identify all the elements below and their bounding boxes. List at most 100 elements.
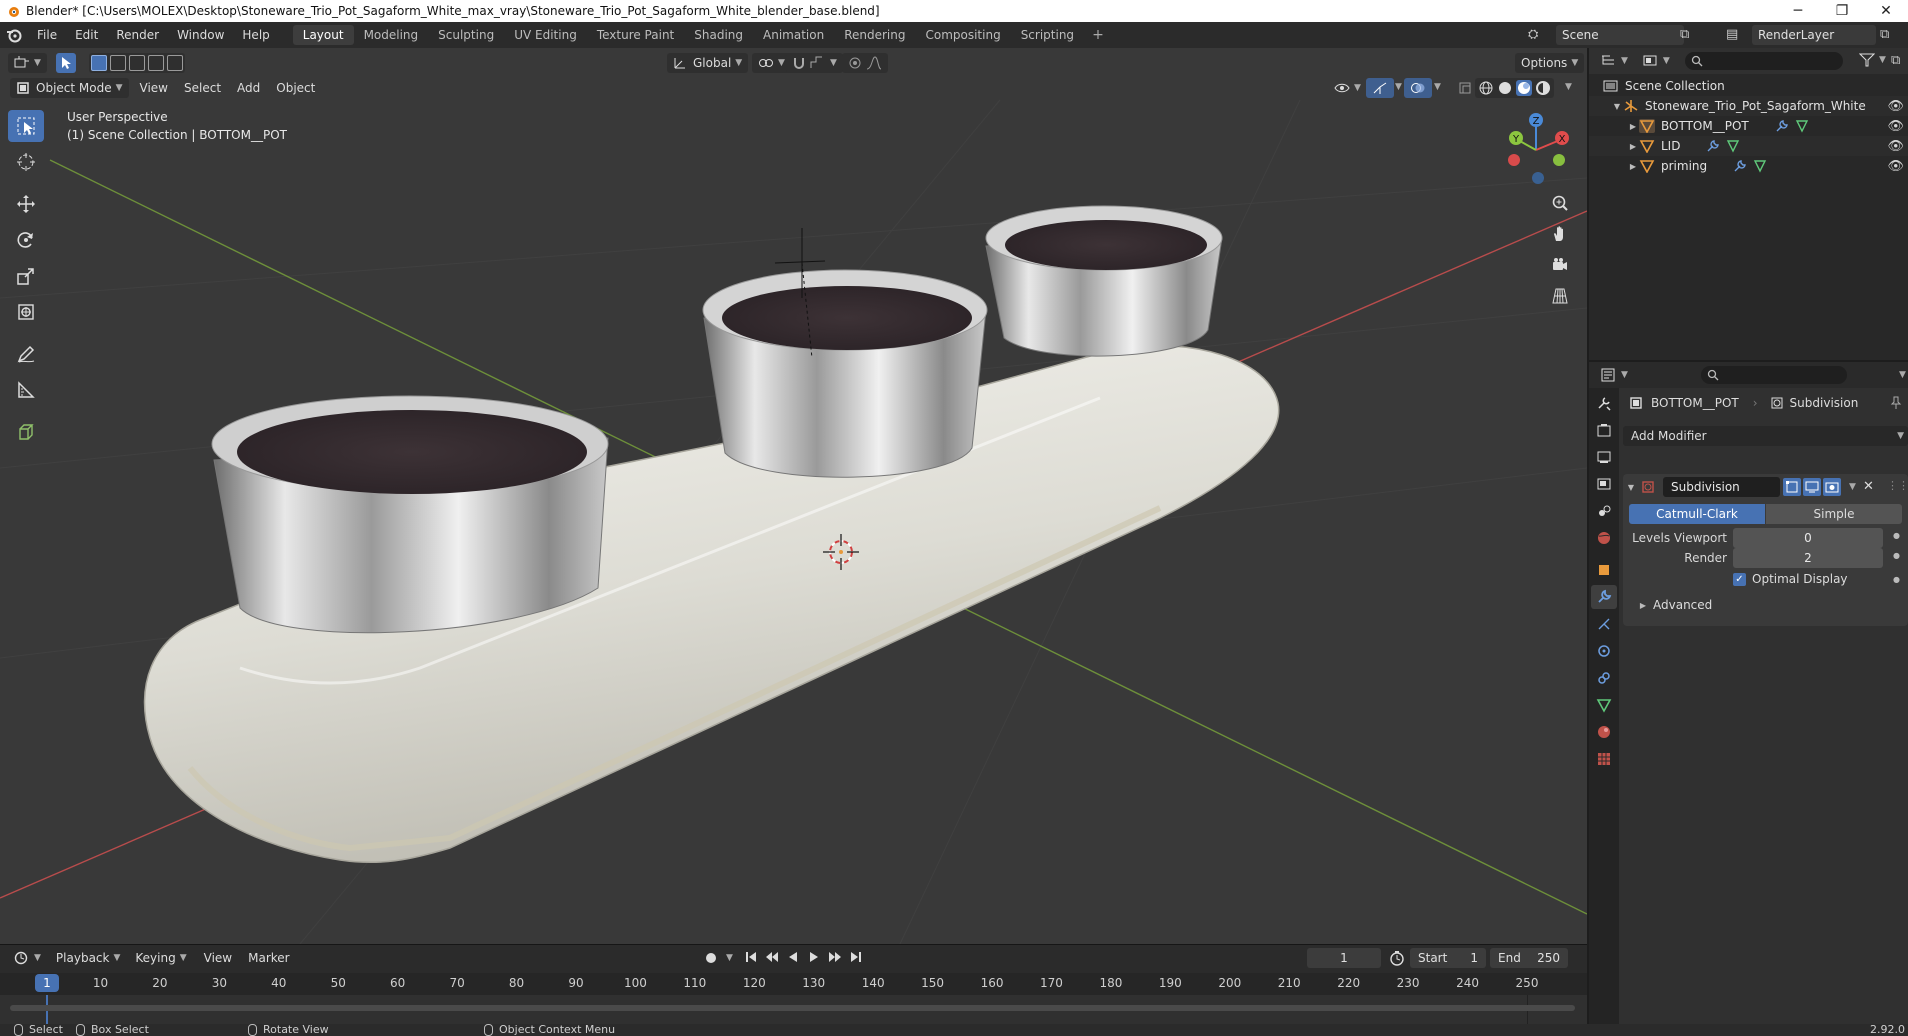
filter-dropdown[interactable]: ▼ bbox=[1859, 53, 1886, 67]
wireframe-shading-icon[interactable] bbox=[1478, 80, 1494, 96]
3d-viewport[interactable]: ▼ Global ▼ ▼ ▼ Options ▼ Object Mode ▼ V… bbox=[0, 48, 1587, 944]
scene-field[interactable]: Scene bbox=[1556, 25, 1684, 45]
eye-icon[interactable]: 👁 bbox=[1887, 119, 1904, 134]
tab-rendering[interactable]: Rendering bbox=[834, 25, 915, 45]
remove-modifier-button[interactable]: ✕ bbox=[1863, 479, 1874, 494]
view-layer-field[interactable]: RenderLayer bbox=[1752, 25, 1876, 45]
timeline-editor-type-button[interactable]: ▼ bbox=[8, 948, 47, 968]
options-dropdown[interactable]: Options ▼ bbox=[1515, 53, 1585, 73]
keying-menu[interactable]: Keying ▼ bbox=[129, 948, 192, 968]
tab-object[interactable] bbox=[1591, 558, 1617, 582]
tab-material[interactable] bbox=[1591, 720, 1617, 744]
perspective-toggle-button[interactable] bbox=[1547, 283, 1573, 309]
proportional-edit-toggle[interactable] bbox=[842, 53, 888, 73]
gizmo-toggle[interactable] bbox=[1366, 78, 1394, 98]
pan-button[interactable] bbox=[1547, 221, 1573, 247]
preview-range-toggle[interactable] bbox=[1389, 950, 1405, 969]
menu-render[interactable]: Render bbox=[107, 22, 168, 48]
timeline-view-menu[interactable]: View bbox=[196, 948, 240, 968]
tab-texture-paint[interactable]: Texture Paint bbox=[587, 25, 684, 45]
viewport-toggle-icon[interactable] bbox=[1803, 478, 1821, 496]
outliner-row-scene-collection[interactable]: Scene Collection bbox=[1589, 76, 1908, 96]
view-layer-icon[interactable]: ▤ bbox=[1726, 27, 1738, 42]
eye-icon[interactable]: 👁 bbox=[1887, 159, 1904, 174]
play-reverse-icon[interactable] bbox=[786, 950, 800, 964]
blender-menu-icon[interactable] bbox=[0, 27, 28, 43]
measure-tool[interactable] bbox=[8, 374, 44, 406]
neg-z-axis-handle[interactable] bbox=[1532, 172, 1544, 184]
menu-file[interactable]: File bbox=[28, 22, 66, 48]
modifier-extras-dropdown-icon[interactable]: ▼ bbox=[1849, 482, 1856, 492]
jump-start-icon[interactable] bbox=[744, 950, 758, 964]
overlays-dropdown-icon[interactable]: ▼ bbox=[1434, 82, 1441, 92]
tab-tool[interactable] bbox=[1591, 391, 1617, 415]
keyframe-type-dropdown-icon[interactable]: ▼ bbox=[726, 953, 733, 963]
start-frame-field[interactable]: Start 1 bbox=[1410, 948, 1486, 968]
tab-scripting[interactable]: Scripting bbox=[1011, 25, 1084, 45]
expand-triangle-icon[interactable]: ▶ bbox=[1627, 122, 1639, 131]
tab-modifiers[interactable] bbox=[1591, 585, 1617, 609]
add-workspace-button[interactable]: + bbox=[1084, 22, 1112, 48]
zoom-button[interactable] bbox=[1547, 190, 1573, 216]
wrench-modifier-icon[interactable] bbox=[1733, 159, 1747, 173]
navigation-gizmo[interactable]: Z X Y bbox=[1496, 110, 1576, 190]
playhead[interactable]: 1 bbox=[35, 974, 59, 992]
expand-triangle-icon[interactable]: ▶ bbox=[1627, 142, 1639, 151]
restore-button[interactable]: ❐ bbox=[1820, 0, 1864, 22]
tab-animation[interactable]: Animation bbox=[753, 25, 834, 45]
tab-compositing[interactable]: Compositing bbox=[915, 25, 1010, 45]
keyframe-dot-icon[interactable]: ● bbox=[1893, 551, 1900, 560]
new-view-layer-icon[interactable]: ⧉ bbox=[1880, 27, 1889, 42]
camera-view-button[interactable] bbox=[1547, 252, 1573, 278]
mesh-data-icon[interactable] bbox=[1753, 159, 1767, 173]
close-window-button[interactable]: ✕ bbox=[1864, 0, 1908, 22]
outliner-row-lid[interactable]: ▶ LID 👁 bbox=[1589, 136, 1908, 156]
expand-triangle-icon[interactable]: ▶ bbox=[1627, 162, 1639, 171]
modifier-collapse-icon[interactable]: ▼ bbox=[1625, 483, 1637, 492]
edit-mode-toggle-icon[interactable] bbox=[1783, 478, 1801, 496]
outliner-editor-type-button[interactable]: ▼ bbox=[1595, 51, 1634, 71]
mesh-data-icon[interactable] bbox=[1795, 119, 1809, 133]
record-button[interactable] bbox=[703, 950, 719, 966]
tab-particles[interactable] bbox=[1591, 612, 1617, 636]
select-intersect-icon[interactable] bbox=[166, 55, 183, 71]
object-mode-dropdown[interactable]: Object Mode ▼ bbox=[10, 78, 129, 98]
tab-data[interactable] bbox=[1591, 693, 1617, 717]
properties-search-field[interactable] bbox=[1701, 366, 1847, 384]
move-tool[interactable] bbox=[8, 188, 44, 220]
pin-icon[interactable] bbox=[1889, 396, 1903, 410]
collapse-triangle-icon[interactable]: ▼ bbox=[1611, 102, 1623, 111]
outliner-row-bottom-pot[interactable]: ▶ BOTTOM__POT 👁 bbox=[1589, 116, 1908, 136]
tab-constraints[interactable] bbox=[1591, 666, 1617, 690]
outliner-row-priming[interactable]: ▶ priming 👁 bbox=[1589, 156, 1908, 176]
current-frame-field[interactable]: 1 bbox=[1307, 948, 1381, 968]
tab-uv-editing[interactable]: UV Editing bbox=[504, 25, 587, 45]
wrench-modifier-icon[interactable] bbox=[1775, 119, 1789, 133]
visibility-dropdown[interactable]: ▼ bbox=[1328, 78, 1367, 98]
select-extend-icon[interactable] bbox=[109, 55, 126, 71]
cursor-tool[interactable] bbox=[8, 146, 44, 178]
annotate-tool[interactable] bbox=[8, 338, 44, 370]
menu-help[interactable]: Help bbox=[233, 22, 278, 48]
select-subtract-icon[interactable] bbox=[128, 55, 145, 71]
tab-world[interactable] bbox=[1591, 526, 1617, 550]
tab-scene[interactable] bbox=[1591, 499, 1617, 523]
play-icon[interactable] bbox=[807, 950, 821, 964]
transform-tool[interactable] bbox=[8, 296, 44, 328]
outliner-row-collection[interactable]: ▼ Stoneware_Trio_Pot_Sagaform_White 👁 bbox=[1589, 96, 1908, 116]
viewport-menu-select[interactable]: Select bbox=[176, 78, 229, 98]
shading-dropdown-icon[interactable]: ▼ bbox=[1565, 82, 1572, 92]
rotate-tool[interactable] bbox=[8, 224, 44, 256]
viewport-menu-view[interactable]: View bbox=[132, 78, 176, 98]
add-modifier-dropdown[interactable]: Add Modifier ▼ bbox=[1623, 426, 1908, 446]
mesh-data-icon[interactable] bbox=[1726, 139, 1740, 153]
keyframe-dot-icon[interactable]: ● bbox=[1893, 531, 1900, 540]
playback-menu[interactable]: Playback ▼ bbox=[50, 948, 126, 968]
snap-toggle[interactable]: ▼ bbox=[786, 53, 843, 73]
tab-texture[interactable] bbox=[1591, 747, 1617, 771]
eye-icon[interactable]: 👁 bbox=[1887, 139, 1904, 154]
new-collection-icon[interactable]: ⧉ bbox=[1891, 53, 1900, 68]
properties-editor-type-button[interactable]: ▼ bbox=[1595, 365, 1634, 385]
jump-end-icon[interactable] bbox=[849, 950, 863, 964]
outliner-search-field[interactable] bbox=[1685, 52, 1843, 70]
